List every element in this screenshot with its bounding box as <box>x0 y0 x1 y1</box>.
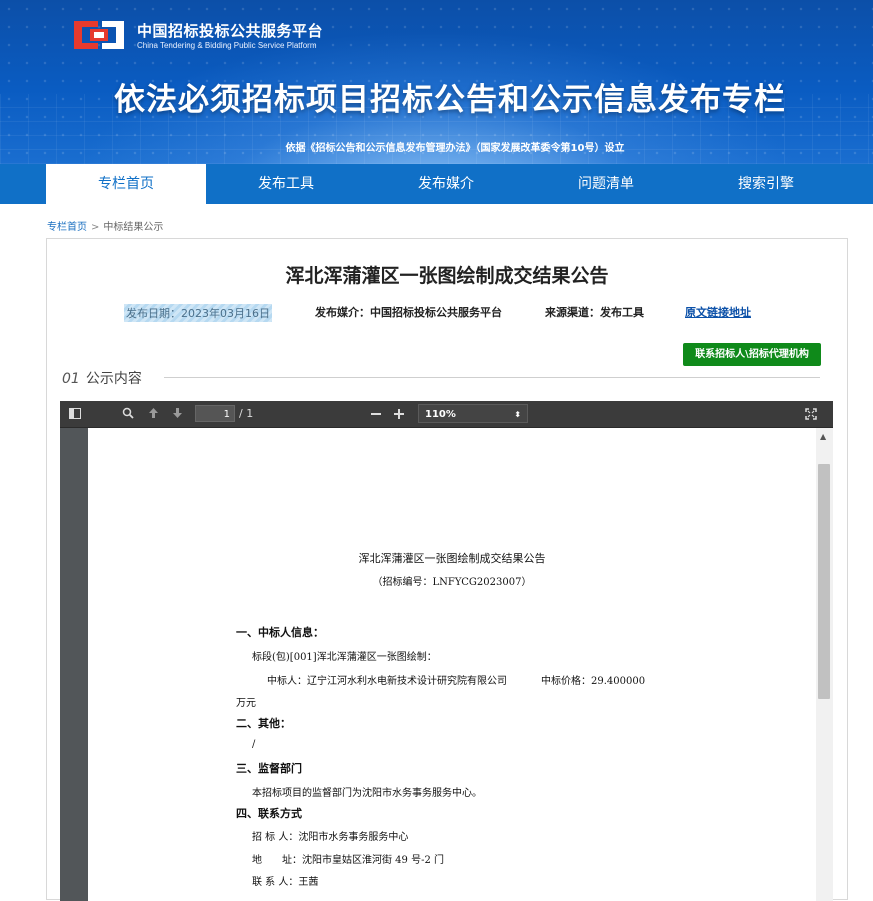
nav-item-search-engine[interactable]: 搜索引擎 <box>686 164 846 204</box>
breadcrumb-home-link[interactable]: 专栏首页 <box>47 222 87 233</box>
sidebar-toggle-icon[interactable] <box>69 408 81 419</box>
nav-item-faq[interactable]: 问题清单 <box>526 164 686 204</box>
main-nav: 专栏首页 发布工具 发布媒介 问题清单 搜索引擎 <box>0 164 873 204</box>
pdf-contact: 联 系 人：王茜 <box>252 877 319 888</box>
pdf-winner: 中标人：辽宁江河水利水电新技术设计研究院有限公司 <box>267 676 507 687</box>
article-title: 浑北浑蒲灌区一张图绘制成交结果公告 <box>285 265 609 287</box>
zoom-in-icon[interactable] <box>394 409 404 419</box>
section-header: 01 公示内容 <box>62 368 142 388</box>
pdf-unit: 万元 <box>236 698 256 709</box>
pdf-section-1: 一、中标人信息： <box>236 626 324 639</box>
brand-name-cn: 中国招标投标公共服务平台 <box>137 22 324 40</box>
breadcrumb: 专栏首页 > 中标结果公示 <box>47 218 163 233</box>
header-banner: 中国招标投标公共服务平台 China Tendering & Bidding P… <box>0 0 873 164</box>
page-up-icon[interactable] <box>148 407 159 419</box>
zoom-select[interactable]: 110% ⬍ <box>418 404 528 423</box>
publish-date: 发布日期：2023年03月16日 <box>124 304 272 322</box>
fullscreen-icon[interactable] <box>805 408 817 420</box>
search-icon[interactable] <box>122 407 134 419</box>
zoom-value: 110% <box>425 409 456 420</box>
chevron-updown-icon: ⬍ <box>514 410 521 419</box>
scrollbar-thumb[interactable] <box>818 464 830 699</box>
pdf-title: 浑北浑蒲灌区一张图绘制成交结果公告 <box>358 552 546 565</box>
banner-title: 依法必须招标项目招标公告和公示信息发布专栏 <box>114 82 786 118</box>
nav-item-home[interactable]: 专栏首页 <box>46 164 206 204</box>
pdf-section-3-text: 本招标项目的监督部门为沈阳市水务事务服务中心。 <box>252 788 482 799</box>
breadcrumb-separator: > <box>91 222 100 233</box>
zoom-out-icon[interactable] <box>371 413 381 415</box>
platform-logo-icon <box>74 21 124 49</box>
nav-item-publish-media[interactable]: 发布媒介 <box>366 164 526 204</box>
pdf-page: 浑北浑蒲灌区一张图绘制成交结果公告 （招标编号：LNFYCG2023007） 一… <box>88 428 816 901</box>
contact-tenderer-button[interactable]: 联系招标人\招标代理机构 <box>683 343 821 366</box>
pdf-scrollbar[interactable]: ▲ <box>816 428 833 901</box>
source-link[interactable]: 原文链接地址 <box>685 304 751 320</box>
scroll-up-icon[interactable]: ▲ <box>820 432 826 441</box>
pdf-section-2-text: / <box>252 739 256 750</box>
section-number: 01 <box>62 371 80 387</box>
pdf-toolbar: 1 / 1 110% ⬍ <box>60 401 833 428</box>
page-number-input[interactable]: 1 <box>195 405 235 422</box>
pdf-address: 地 址：沈阳市皇姑区淮河街 49 号-2 门 <box>252 855 445 866</box>
breadcrumb-current: 中标结果公示 <box>103 222 164 233</box>
page-down-icon[interactable] <box>172 407 183 419</box>
pdf-code: （招标编号：LNFYCG2023007） <box>372 577 532 588</box>
article-panel: 浑北浑蒲灌区一张图绘制成交结果公告 发布日期：2023年03月16日 发布媒介：… <box>46 238 848 901</box>
pdf-section-2: 二、其他： <box>236 717 291 730</box>
pdf-tenderer: 招 标 人：沈阳市水务事务服务中心 <box>252 832 409 843</box>
pdf-section-4: 四、联系方式 <box>236 807 302 820</box>
section-label: 公示内容 <box>85 371 142 387</box>
page-total: / 1 <box>239 407 254 420</box>
brand-name-en: China Tendering & Bidding Public Service… <box>137 41 317 50</box>
section-divider <box>164 377 820 378</box>
banner-subtitle: 依据《招标公告和公示信息发布管理办法》（国家发展改革委令第10号）设立 <box>285 143 625 154</box>
pdf-lot: 标段(包)[001]浑北浑蒲灌区一张图绘制： <box>252 652 437 663</box>
publish-media: 发布媒介：中国招标投标公共服务平台 <box>315 306 502 319</box>
pdf-section-3: 三、监督部门 <box>236 762 302 775</box>
pdf-price: 中标价格：29.400000 <box>541 676 646 687</box>
source-channel: 来源渠道：发布工具 <box>545 306 644 319</box>
pdf-viewer: 1 / 1 110% ⬍ 浑北浑蒲灌区一张图绘制成交结果公告 （招标编号：LNF… <box>60 401 833 901</box>
nav-item-publish-tool[interactable]: 发布工具 <box>206 164 366 204</box>
